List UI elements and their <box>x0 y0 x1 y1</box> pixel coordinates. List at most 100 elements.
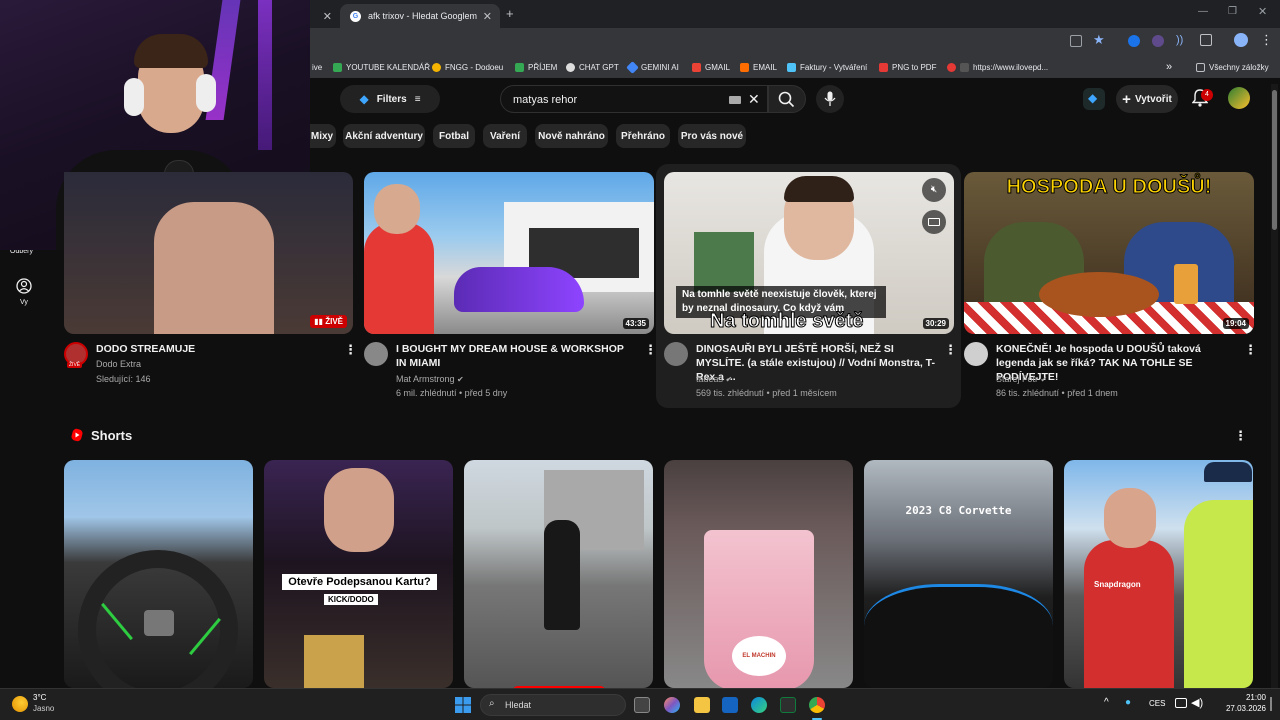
bookmark-item[interactable]: ive <box>312 60 322 74</box>
filters-button[interactable]: ◆ Filters ≡ <box>340 85 440 113</box>
search-icon <box>778 91 795 108</box>
channel-name[interactable]: Starej Fotr ✔ <box>996 374 1047 384</box>
more-actions-icon[interactable]: ⋮ <box>344 342 357 358</box>
puzzle-icon[interactable] <box>1200 34 1212 46</box>
channel-name[interactable]: Dodo Extra <box>96 359 141 369</box>
extension-icon[interactable] <box>1128 35 1140 47</box>
terminal-icon[interactable] <box>780 697 796 713</box>
video-stats: 6 mil. zhlédnutí • před 5 dny <box>396 388 508 398</box>
captions-button[interactable] <box>922 210 946 234</box>
search-box[interactable]: matyas rehor ✕ <box>500 85 768 113</box>
channel-avatar[interactable] <box>664 342 688 366</box>
more-actions-icon[interactable]: ⋮ <box>1244 342 1257 358</box>
keyboard-icon[interactable] <box>729 96 741 104</box>
verified-icon: ✔ <box>1040 375 1048 384</box>
chrome-menu-icon[interactable]: ⋮ <box>1260 32 1273 48</box>
video-title[interactable]: I BOUGHT MY DREAM HOUSE & WORKSHOP IN MI… <box>396 342 636 370</box>
copilot-icon[interactable] <box>664 697 680 713</box>
short-thumbnail[interactable]: EL MACHIN <box>664 460 853 688</box>
chip-mixes[interactable]: Mixy <box>308 124 336 148</box>
extension-icon[interactable] <box>1152 35 1164 47</box>
clock-time[interactable]: 21:00 <box>1222 693 1266 702</box>
scrollbar-thumb[interactable] <box>1272 90 1277 230</box>
video-thumbnail[interactable]: HOSPODA U DOUŠŮ! 19:04 <box>964 172 1254 334</box>
search-button[interactable] <box>768 85 806 113</box>
star-icon[interactable]: ★ <box>1093 32 1105 48</box>
outlook-icon[interactable] <box>722 697 738 713</box>
short-thumbnail[interactable]: Snapdragon <box>1064 460 1253 688</box>
short-thumbnail[interactable] <box>464 460 653 688</box>
close-icon[interactable]: ✕ <box>323 10 332 23</box>
all-bookmarks-button[interactable]: Všechny záložky <box>1196 60 1269 74</box>
channel-name[interactable]: tadeas ✔ <box>696 374 732 384</box>
tab-google-search[interactable]: G afk trixov - Hledat Googlem ✕ <box>340 4 500 28</box>
network-icon[interactable] <box>1175 698 1187 708</box>
sidebar-item-you[interactable]: Vy <box>8 278 40 312</box>
show-desktop-button[interactable] <box>1270 697 1272 711</box>
short-thumbnail[interactable] <box>64 460 253 688</box>
bookmark-item[interactable]: GMAIL <box>692 60 730 74</box>
edge-icon[interactable] <box>751 697 767 713</box>
page-scrollbar[interactable] <box>1271 84 1278 688</box>
bookmark-item[interactable]: EMAIL <box>740 60 777 74</box>
channel-avatar[interactable] <box>364 342 388 366</box>
weather-text[interactable]: Jasno <box>33 704 54 713</box>
minimize-button[interactable]: — <box>1198 6 1208 17</box>
video-thumbnail[interactable]: ▮▮ ŽIVĚ <box>64 172 353 334</box>
task-view-icon[interactable] <box>634 697 650 713</box>
language-indicator[interactable]: CES <box>1149 699 1165 708</box>
search-input[interactable]: matyas rehor <box>513 94 577 106</box>
shorts-more-icon[interactable]: ⋮ <box>1234 428 1247 444</box>
bookmark-item[interactable]: Faktury - Vytváření <box>787 60 867 74</box>
start-button[interactable] <box>455 697 471 713</box>
channel-avatar[interactable] <box>964 342 988 366</box>
more-bookmarks-button[interactable]: » <box>1166 60 1172 74</box>
bookmark-item[interactable]: https://www.ilovepd... <box>947 60 1048 74</box>
tray-overflow-icon[interactable]: ^ <box>1104 697 1109 708</box>
invoice-icon <box>787 62 796 72</box>
mute-icon[interactable]: 🔇︎ <box>922 178 946 202</box>
microphone-tray-icon[interactable]: ● <box>1125 697 1131 708</box>
new-tab-button[interactable]: + <box>506 6 514 21</box>
chrome-icon[interactable] <box>809 697 825 713</box>
more-actions-icon[interactable]: ⋮ <box>944 342 957 358</box>
chip-football[interactable]: Fotbal <box>433 124 475 148</box>
chip-cooking[interactable]: Vaření <box>483 124 527 148</box>
chip-action-adventure[interactable]: Akční adventury <box>343 124 425 148</box>
channel-name[interactable]: Mat Armstrong ✔ <box>396 374 464 384</box>
chip-new-to-you[interactable]: Pro vás nové <box>678 124 746 148</box>
extension-tv-icon[interactable]: ◆ <box>1083 88 1105 110</box>
tab-previous[interactable]: ✕ <box>310 4 340 28</box>
install-icon[interactable] <box>1070 35 1082 47</box>
file-explorer-icon[interactable] <box>694 697 710 713</box>
chip-watched[interactable]: Přehráno <box>616 124 670 148</box>
create-button[interactable]: + Vytvořit <box>1116 85 1178 113</box>
clock-date[interactable]: 27.03.2026 <box>1214 704 1266 713</box>
video-thumbnail[interactable]: 43:35 <box>364 172 654 334</box>
video-thumbnail[interactable]: 🔇︎ Na tomhle světě neexistuje člověk, kt… <box>664 172 954 334</box>
maximize-button[interactable]: ❐ <box>1228 6 1237 17</box>
clear-search-icon[interactable]: ✕ <box>748 91 760 108</box>
close-tab-icon[interactable]: ✕ <box>483 10 492 23</box>
video-title[interactable]: DODO STREAMUJE <box>96 342 336 356</box>
volume-icon[interactable]: ◀) <box>1191 696 1203 709</box>
voice-search-button[interactable] <box>816 85 844 113</box>
short-thumbnail[interactable]: Otevře Podepsanou Kartu? KICK/DODO <box>264 460 453 688</box>
weather-temp[interactable]: 3°C <box>33 693 46 702</box>
account-avatar[interactable] <box>1228 87 1250 109</box>
gmail-icon <box>692 62 701 72</box>
bookmark-item[interactable]: GEMINI AI <box>626 60 679 74</box>
extension-icon[interactable]: )) <box>1176 34 1183 46</box>
close-window-button[interactable]: ✕ <box>1258 5 1267 18</box>
bookmark-item[interactable]: YOUTUBE KALENDÁŘ <box>333 60 430 74</box>
thumbnail-person <box>364 222 434 334</box>
taskbar-search[interactable]: ⌕ Hledat <box>480 694 626 716</box>
bookmark-item[interactable]: PŘÍJEM <box>515 60 557 74</box>
bookmark-item[interactable]: FNGG - Dodoeu <box>432 60 503 74</box>
short-thumbnail[interactable]: 2023 C8 Corvette <box>864 460 1053 688</box>
profile-avatar[interactable] <box>1234 33 1248 47</box>
verified-icon: ✔ <box>457 375 464 384</box>
bookmark-item[interactable]: CHAT GPT <box>566 60 619 74</box>
bookmark-item[interactable]: PNG to PDF <box>879 60 936 74</box>
chip-recently-uploaded[interactable]: Nově nahráno <box>535 124 608 148</box>
